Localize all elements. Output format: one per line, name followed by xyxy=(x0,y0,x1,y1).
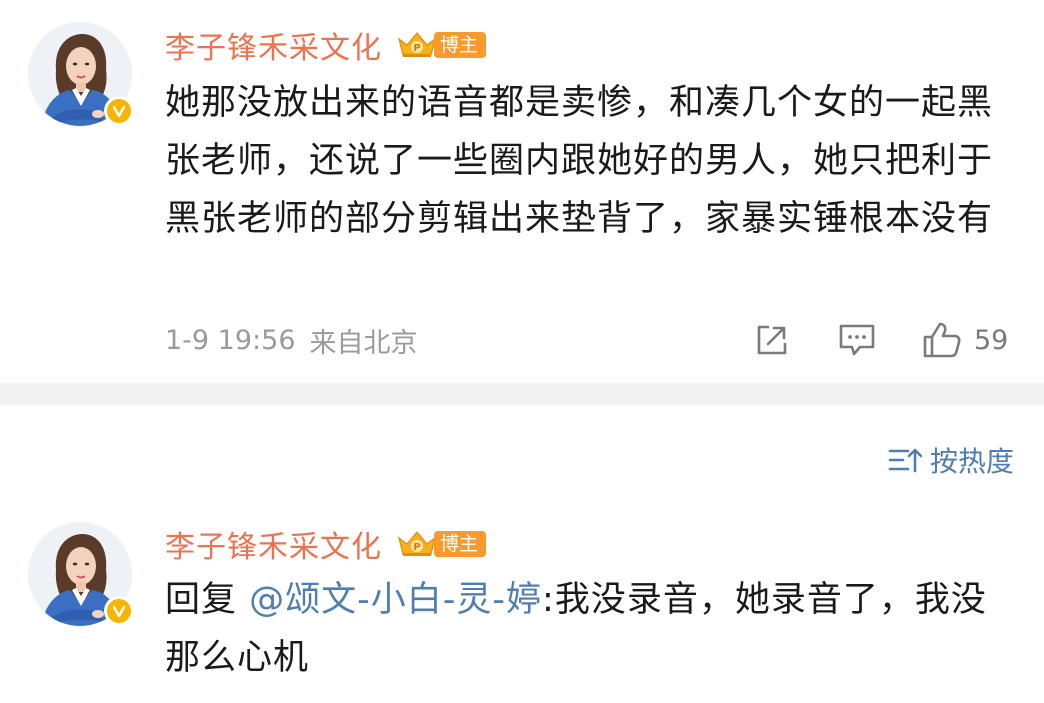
blogger-badge: 博主 xyxy=(434,32,487,58)
vip-crown-icon: P xyxy=(398,531,436,556)
share-icon xyxy=(757,325,787,355)
comment-action[interactable] xyxy=(838,318,876,362)
avatar[interactable] xyxy=(28,22,134,126)
vip-crown-icon: P xyxy=(398,32,436,57)
blogger-badge: 博主 xyxy=(434,531,487,557)
comment-thread: 李子锋禾采文化 P 博主 她那没放出来的语音都是卖惨，和凑几个女的一起黑张老师，… xyxy=(0,0,1044,703)
comment-location: 来自北京 xyxy=(309,327,418,359)
username[interactable]: 李子锋禾采文化 xyxy=(165,23,382,67)
username[interactable]: 李子锋禾采文化 xyxy=(165,522,382,566)
comment-text: 回复 @颂文-小白-灵-婷:我没录音，她录音了，我没那么心机 xyxy=(165,571,995,687)
share-action[interactable] xyxy=(755,318,789,362)
svg-text:P: P xyxy=(413,43,420,54)
like-count: 59 xyxy=(974,324,1009,356)
comment-time: 1-9 19:56 xyxy=(165,324,296,356)
comment-header: 李子锋禾采文化 P 博主 xyxy=(165,522,487,566)
avatar[interactable] xyxy=(28,522,134,626)
verified-badge-icon xyxy=(104,96,134,126)
comment-text: 她那没放出来的语音都是卖惨，和凑几个女的一起黑张老师，还说了一些圈内跟她好的男人… xyxy=(165,74,995,248)
comment-meta: 1-9 19:56 来自北京 xyxy=(165,318,418,362)
comment-body: 她那没放出来的语音都是卖惨，和凑几个女的一起黑张老师，还说了一些圈内跟她好的男人… xyxy=(165,83,994,239)
comment-header: 李子锋禾采文化 P 博主 xyxy=(165,23,487,67)
sort-icon xyxy=(888,448,922,473)
like-icon xyxy=(923,322,961,358)
sort-toggle[interactable]: 按热度 xyxy=(888,440,1014,480)
reply-prefix: 回复 xyxy=(165,580,250,620)
comment-item: 李子锋禾采文化 P 博主 她那没放出来的语音都是卖惨，和凑几个女的一起黑张老师，… xyxy=(0,0,1044,383)
comment-icon xyxy=(839,324,875,356)
comment-item: 李子锋禾采文化 P 博主 回复 @颂文-小白-灵-婷:我没录音，她录音了，我没那… xyxy=(0,505,1044,703)
like-action[interactable]: 59 xyxy=(922,318,1008,362)
mention-link[interactable]: @颂文-小白-灵-婷 xyxy=(249,580,542,620)
sort-label: 按热度 xyxy=(929,445,1014,478)
verified-badge-icon xyxy=(104,596,134,626)
svg-text:P: P xyxy=(413,542,420,553)
section-divider xyxy=(0,383,1044,405)
